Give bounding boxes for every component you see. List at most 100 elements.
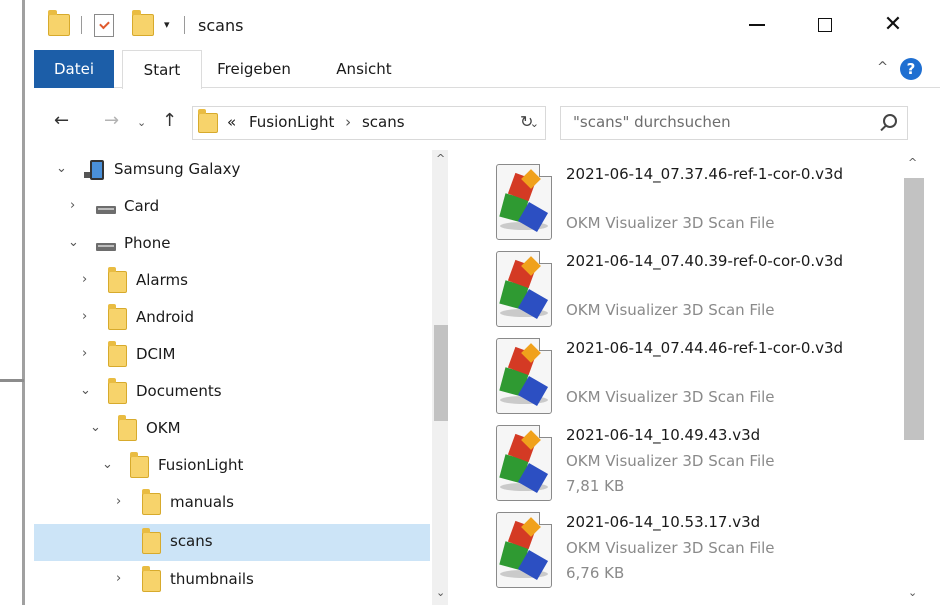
file-type: OKM Visualizer 3D Scan File — [566, 301, 775, 319]
tree-item-label: FusionLight — [158, 456, 244, 474]
breadcrumb-scans[interactable]: scans — [362, 113, 405, 131]
file-item[interactable]: 2021-06-14_10.49.43.v3d OKM Visualizer 3… — [488, 413, 898, 501]
folder-icon — [108, 341, 127, 367]
minimize-button[interactable] — [742, 10, 772, 40]
breadcrumb: « FusionLight › scans — [227, 113, 405, 131]
up-button[interactable]: ↑ — [162, 110, 177, 131]
new-folder-icon[interactable] — [132, 10, 154, 36]
chevron-right-icon[interactable]: › — [116, 571, 121, 586]
address-row: ← → ⌄ ↑ « FusionLight › scans ⌄ ↻ "scans… — [34, 88, 940, 152]
tree-item-android[interactable]: › Android — [34, 300, 430, 337]
chevron-right-icon[interactable]: › — [116, 494, 121, 509]
v3d-file-icon — [496, 425, 552, 501]
frame-edge-horizontal — [0, 379, 24, 382]
chevron-right-icon[interactable]: › — [82, 272, 87, 287]
tree-item-okm[interactable]: ⌄ OKM — [34, 411, 430, 448]
tree-item-thumbnails[interactable]: › thumbnails — [34, 562, 430, 599]
search-icon[interactable] — [883, 114, 897, 128]
chevron-right-icon[interactable]: › — [70, 198, 75, 213]
breadcrumb-fusionlight[interactable]: FusionLight — [249, 113, 334, 131]
file-name: 2021-06-14_10.49.43.v3d — [566, 426, 761, 444]
tree-item-label: thumbnails — [170, 570, 254, 588]
forward-button[interactable]: → — [104, 110, 119, 131]
file-name: 2021-06-14_10.53.17.v3d — [566, 513, 761, 531]
tree-item-manuals[interactable]: › manuals — [34, 485, 430, 522]
v3d-file-icon — [496, 251, 552, 327]
recent-locations-button[interactable]: ⌄ — [137, 116, 146, 129]
file-size: 7,81 KB — [566, 477, 625, 495]
tree-item-dcim[interactable]: › DCIM — [34, 337, 430, 374]
help-icon[interactable]: ? — [900, 58, 922, 80]
folder-icon — [142, 489, 161, 515]
breadcrumb-overflow[interactable]: « — [227, 113, 236, 131]
scrollbar-thumb[interactable] — [434, 325, 448, 421]
maximize-icon — [818, 18, 832, 32]
file-item[interactable]: 2021-06-14_07.37.46-ref-1-cor-0.v3d OKM … — [488, 152, 898, 240]
tree-item-card[interactable]: › Card — [34, 189, 430, 226]
file-name: 2021-06-14_07.44.46-ref-1-cor-0.v3d — [566, 339, 844, 357]
chevron-down-icon[interactable]: ⌄ — [68, 235, 79, 250]
tree-item-label: scans — [170, 532, 213, 550]
tree-item-label: Alarms — [136, 271, 188, 289]
tab-freigeben[interactable]: Freigeben — [212, 50, 296, 88]
file-item[interactable]: 2021-06-14_10.53.17.v3d OKM Visualizer 3… — [488, 500, 898, 588]
close-button[interactable]: ✕ — [878, 10, 908, 40]
scroll-up-icon[interactable]: ^ — [908, 156, 917, 169]
folder-icon — [108, 267, 127, 293]
v3d-file-icon — [496, 338, 552, 414]
expand-ribbon-icon[interactable]: ^ — [877, 60, 888, 75]
breadcrumb-separator[interactable]: › — [345, 113, 351, 131]
frame-edge-vertical — [22, 0, 25, 605]
tree-item-phone[interactable]: ⌄ Phone — [34, 226, 430, 263]
tree-item-label: Samsung Galaxy — [114, 160, 241, 178]
scroll-down-icon[interactable]: ⌄ — [436, 586, 445, 599]
tree-item-samsung-galaxy[interactable]: ⌄ Samsung Galaxy — [34, 152, 430, 189]
chevron-down-icon[interactable]: ⌄ — [102, 457, 113, 472]
tree-item-fusionlight[interactable]: ⌄ FusionLight — [34, 448, 430, 485]
close-icon: ✕ — [883, 12, 903, 37]
folder-icon — [118, 415, 137, 441]
scroll-up-icon[interactable]: ^ — [436, 152, 445, 165]
address-bar[interactable]: « FusionLight › scans ⌄ — [192, 106, 546, 140]
navigation-scrollbar[interactable]: ^ ⌄ — [432, 150, 448, 605]
v3d-file-icon — [496, 164, 552, 240]
properties-icon[interactable] — [94, 14, 114, 37]
toolbar-separator — [184, 16, 185, 34]
folder-icon — [48, 10, 70, 36]
search-placeholder: "scans" durchsuchen — [573, 113, 731, 131]
tree-item-label: Android — [136, 308, 194, 326]
drive-icon — [96, 206, 116, 214]
search-box[interactable]: "scans" durchsuchen — [560, 106, 908, 140]
file-list-scrollbar[interactable]: ^ ⌄ — [902, 150, 926, 605]
back-button[interactable]: ← — [54, 110, 69, 131]
folder-icon — [142, 528, 161, 554]
navigation-pane: ⌄ Samsung Galaxy › Card ⌄ Phone › Alarms… — [34, 150, 448, 605]
file-type: OKM Visualizer 3D Scan File — [566, 539, 775, 557]
chevron-right-icon[interactable]: › — [82, 346, 87, 361]
tab-ansicht[interactable]: Ansicht — [324, 50, 404, 88]
folder-icon — [108, 304, 127, 330]
maximize-button[interactable] — [810, 10, 840, 40]
tree-item-documents[interactable]: ⌄ Documents — [34, 374, 430, 411]
tab-datei[interactable]: Datei — [34, 50, 114, 88]
tree-item-alarms[interactable]: › Alarms — [34, 263, 430, 300]
chevron-down-icon[interactable]: ⌄ — [56, 161, 67, 176]
file-size: 6,76 KB — [566, 564, 625, 582]
chevron-down-icon[interactable]: ⌄ — [90, 420, 101, 435]
tree-item-scans[interactable]: scans — [34, 524, 430, 561]
phone-icon — [84, 160, 104, 180]
tab-start[interactable]: Start — [122, 50, 202, 89]
chevron-right-icon[interactable]: › — [82, 309, 87, 324]
file-name: 2021-06-14_07.40.39-ref-0-cor-0.v3d — [566, 252, 844, 270]
tree-item-label: DCIM — [136, 345, 176, 363]
chevron-down-icon[interactable]: ⌄ — [80, 383, 91, 398]
scrollbar-thumb[interactable] — [904, 178, 924, 440]
minimize-icon — [749, 24, 765, 26]
folder-icon — [130, 452, 149, 478]
v3d-file-icon — [496, 512, 552, 588]
quick-access-dropdown-icon[interactable]: ▾ — [164, 18, 170, 31]
scroll-down-icon[interactable]: ⌄ — [908, 586, 917, 599]
refresh-icon[interactable]: ↻ — [520, 112, 533, 131]
file-item[interactable]: 2021-06-14_07.40.39-ref-0-cor-0.v3d OKM … — [488, 239, 898, 327]
file-item[interactable]: 2021-06-14_07.44.46-ref-1-cor-0.v3d OKM … — [488, 326, 898, 414]
